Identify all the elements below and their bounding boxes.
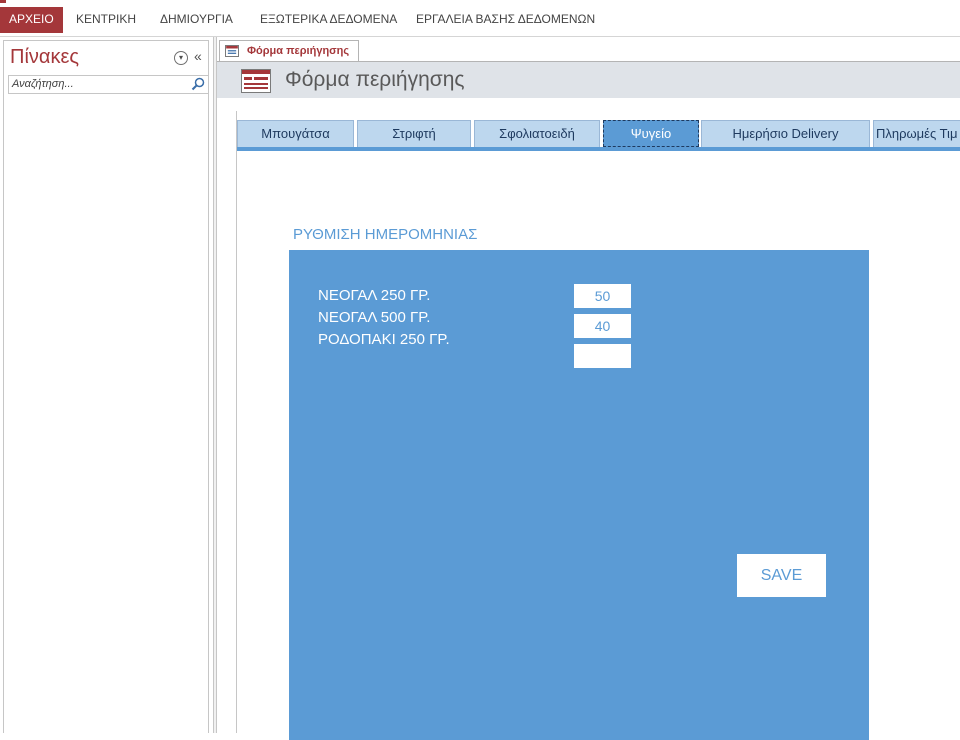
tab-striftí[interactable]: Στριφτή xyxy=(357,120,471,147)
navigation-pane: Πίνακες ▾ « Αναζήτηση... xyxy=(0,37,214,733)
document-tab-label: Φόρμα περιήγησης xyxy=(247,45,350,57)
navigation-tabs: Μπουγάτσα Στριφτή Σφολιατοειδή Ψυγείο Ημ… xyxy=(237,120,960,148)
double-chevron-left-icon[interactable]: « xyxy=(194,48,202,64)
nav-search-input[interactable]: Αναζήτηση... xyxy=(8,75,209,94)
chevron-down-circle-icon[interactable]: ▾ xyxy=(174,51,188,65)
navigation-form-icon xyxy=(241,69,271,93)
item-value-field[interactable]: 50 xyxy=(574,284,631,308)
form-icon xyxy=(225,45,239,57)
document-tab[interactable]: Φόρμα περιήγησης xyxy=(219,40,359,62)
form-body: Μπουγάτσα Στριφτή Σφολιατοειδή Ψυγείο Ημ… xyxy=(236,111,960,740)
document-area: Φόρμα περιήγησης Φόρμα περιήγησης Μπουγά… xyxy=(217,37,960,740)
tabs-underline xyxy=(237,147,960,151)
ribbon-tab-home[interactable]: ΚΕΝΤΡΙΚΗ xyxy=(68,7,144,32)
section-label: ΡΥΘΜΙΣΗ ΗΜΕΡΟΜΗΝΙΑΣ xyxy=(293,226,478,243)
navigation-pane-frame: Πίνακες ▾ « Αναζήτηση... xyxy=(3,40,209,733)
item-label: ΝΕΟΓΑΛ 500 ΓΡ. xyxy=(318,309,431,326)
tab-sfoliatoeidi[interactable]: Σφολιατοειδή xyxy=(474,120,600,147)
form-title: Φόρμα περιήγησης xyxy=(285,68,465,91)
item-label: ΡΟΔΟΠΑΚΙ 250 ΓΡ. xyxy=(318,331,450,348)
nav-pane-title: Πίνακες xyxy=(10,46,80,68)
item-value-field[interactable]: 40 xyxy=(574,314,631,338)
item-value-field[interactable] xyxy=(574,344,631,368)
ribbon-accent-mark xyxy=(0,0,6,3)
item-label: ΝΕΟΓΑΛ 250 ΓΡ. xyxy=(318,287,431,304)
nav-search-placeholder: Αναζήτηση... xyxy=(12,78,74,90)
ribbon-tab-external-data[interactable]: ΕΞΩΤΕΡΙΚΑ ΔΕΔΟΜΕΝΑ xyxy=(252,7,405,32)
tab-psygeio[interactable]: Ψυγείο xyxy=(603,120,699,147)
ribbon-tab-create[interactable]: ΔΗΜΙΟΥΡΓΙΑ xyxy=(152,7,241,32)
ribbon-tab-database-tools[interactable]: ΕΡΓΑΛΕΙΑ ΒΑΣΗΣ ΔΕΔΟΜΕΝΩΝ xyxy=(408,7,603,32)
save-button[interactable]: SAVE xyxy=(737,554,826,597)
search-icon[interactable] xyxy=(191,77,205,91)
tab-bougatsa[interactable]: Μπουγάτσα xyxy=(237,120,354,147)
ribbon-tab-file[interactable]: ΑΡΧΕΙΟ xyxy=(0,7,63,33)
ribbon-tab-bar: ΑΡΧΕΙΟ ΚΕΝΤΡΙΚΗ ΔΗΜΙΟΥΡΓΙΑ ΕΞΩΤΕΡΙΚΑ ΔΕΔ… xyxy=(0,0,960,37)
tab-payments[interactable]: Πληρωμές Τιμ xyxy=(873,120,960,147)
form-header: Φόρμα περιήγησης xyxy=(217,61,960,98)
fridge-panel: ΝΕΟΓΑΛ 250 ΓΡ. ΝΕΟΓΑΛ 500 ΓΡ. ΡΟΔΟΠΑΚΙ 2… xyxy=(289,250,869,740)
tab-daily-delivery[interactable]: Ημερήσιο Delivery xyxy=(701,120,870,147)
